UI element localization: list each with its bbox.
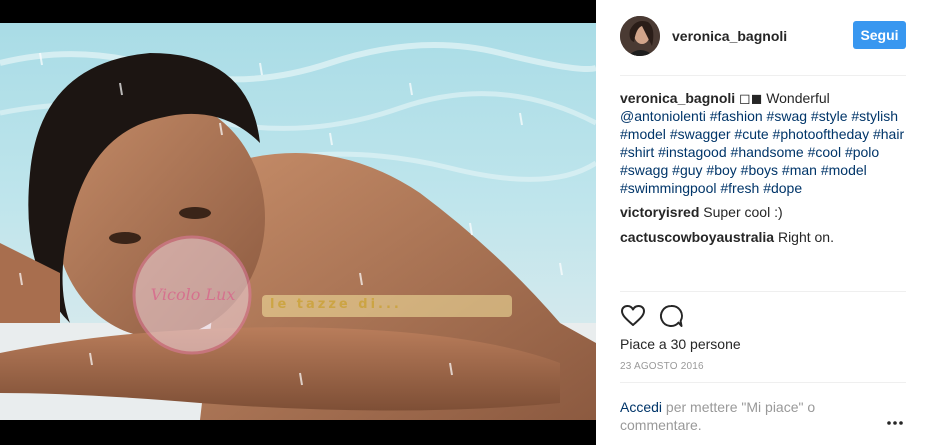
hashtag-link[interactable]: #model — [620, 126, 666, 142]
login-prompt: Accedi per mettere "Mi piace" o commenta… — [620, 398, 840, 434]
caption-username[interactable]: veronica_bagnoli — [620, 90, 735, 106]
login-link[interactable]: Accedi — [620, 399, 662, 415]
post-username[interactable]: veronica_bagnoli — [672, 28, 787, 44]
caption-glyphs: ◻◼ — [739, 90, 763, 106]
caption-hashtags: @antoniolenti #fashion #swag #style #sty… — [620, 108, 904, 196]
hashtag-link[interactable]: #cute — [734, 126, 768, 142]
watermark-circle-text: Vicolo Lux — [150, 285, 236, 304]
more-options-icon[interactable] — [886, 414, 904, 425]
hashtag-link[interactable]: #swag — [767, 108, 807, 124]
comment-item: victoryisred Super cool :) — [620, 203, 910, 221]
hashtag-link[interactable]: @antoniolenti — [620, 108, 706, 124]
hashtag-link[interactable]: #dope — [763, 180, 802, 196]
hashtag-link[interactable]: #style — [811, 108, 848, 124]
hashtag-link[interactable]: #cool — [808, 144, 841, 160]
hashtag-link[interactable]: #swagger — [670, 126, 731, 142]
hashtag-link[interactable]: #fashion — [710, 108, 763, 124]
hashtag-link[interactable]: #swagg — [620, 162, 668, 178]
footer-divider — [620, 382, 906, 383]
hashtag-link[interactable]: #man — [782, 162, 817, 178]
comment-item: cactuscowboyaustralia Right on. — [620, 228, 910, 246]
comment-text: Right on. — [777, 229, 834, 245]
hashtag-link[interactable]: #swimmingpool — [620, 180, 716, 196]
actions-divider — [620, 291, 906, 292]
hashtag-link[interactable]: #shirt — [620, 144, 654, 160]
hashtag-link[interactable]: #stylish — [851, 108, 898, 124]
watermark-banner-text: le tazze di... — [270, 297, 402, 312]
comment-username[interactable]: victoryisred — [620, 204, 699, 220]
hashtag-link[interactable]: #hair — [873, 126, 904, 142]
comment-username[interactable]: cactuscowboyaustralia — [620, 229, 774, 245]
caption-text: Wonderful — [766, 90, 830, 106]
hashtag-link[interactable]: #boy — [706, 162, 736, 178]
photo-pane: Vicolo Lux le tazze di... — [0, 0, 596, 445]
follow-button[interactable]: Segui — [853, 21, 906, 49]
post-date: 23 AGOSTO 2016 — [620, 361, 704, 372]
post-side-panel: veronica_bagnoli Segui veronica_bagnoli … — [596, 0, 928, 445]
speech-bubble-icon[interactable] — [658, 303, 684, 329]
heart-icon[interactable] — [620, 303, 646, 329]
post-header: veronica_bagnoli Segui — [620, 16, 906, 60]
hashtag-link[interactable]: #boys — [741, 162, 778, 178]
avatar-icon — [620, 16, 660, 56]
post-photo[interactable]: Vicolo Lux le tazze di... — [0, 23, 596, 420]
hashtag-link[interactable]: #fresh — [720, 180, 759, 196]
comment-text: Super cool :) — [703, 204, 783, 220]
hashtag-link[interactable]: #guy — [672, 162, 702, 178]
avatar[interactable] — [620, 16, 660, 56]
header-divider — [620, 75, 906, 76]
post-caption: veronica_bagnoli ◻◼ Wonderful @antoniole… — [620, 89, 910, 197]
hashtag-link[interactable]: #polo — [845, 144, 879, 160]
likes-count[interactable]: Piace a 30 persone — [620, 336, 741, 352]
hashtag-link[interactable]: #instagood — [658, 144, 727, 160]
hashtag-link[interactable]: #handsome — [731, 144, 804, 160]
hashtag-link[interactable]: #photooftheday — [773, 126, 870, 142]
hashtag-link[interactable]: #model — [821, 162, 867, 178]
photo-illustration — [0, 23, 596, 420]
